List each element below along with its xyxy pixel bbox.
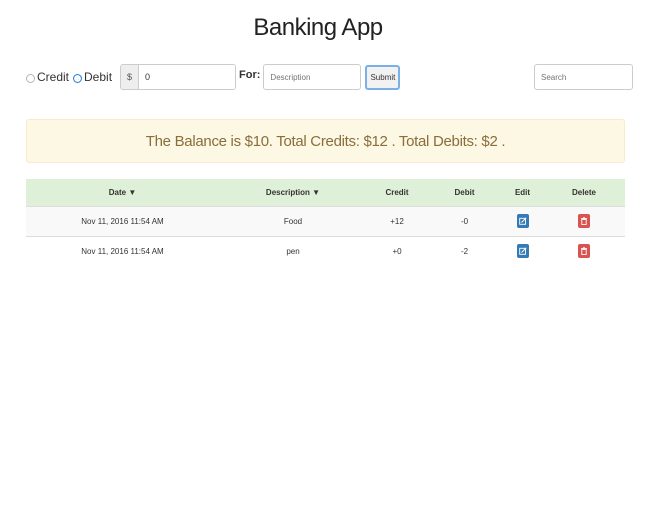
debit-radio-label[interactable]: Debit [84,70,112,84]
page-title: Banking App [253,14,383,41]
delete-button[interactable] [578,214,590,228]
table-row: Nov 11, 2016 11:54 AM Food +12 -0 [26,206,625,236]
credit-cell: +0 [392,246,402,256]
delete-column-header: Delete [571,187,596,197]
balance-summary: The Balance is $10. Total Credits: $12 .… [26,119,625,163]
edit-button[interactable] [516,244,529,259]
description-cell: Food [283,216,303,226]
transactions-table: Date ▼ Description ▼ Credit Debit Edit D… [26,179,625,266]
date-cell: Nov 11, 2016 11:54 AM [81,246,164,256]
description-input[interactable] [263,64,362,90]
edit-icon [518,217,527,225]
credit-cell: +12 [390,216,404,226]
submit-button[interactable]: Submit [365,64,401,90]
transaction-form: Credit Debit $ For: Submit [26,64,401,90]
currency-addon: $ [121,65,140,89]
edit-icon [518,247,527,255]
credit-radio-label[interactable]: Credit [37,70,69,84]
edit-column-header: Edit [514,187,531,197]
description-column-header[interactable]: Description ▼ [219,179,367,206]
table-row: Nov 11, 2016 11:54 AM pen +0 -2 [26,236,625,266]
edit-cell [502,236,543,266]
delete-button[interactable] [578,244,590,259]
amount-input-group: $ [120,64,237,90]
credit-column-header: Credit [385,187,409,197]
debit-cell: -2 [460,246,469,256]
edit-button[interactable] [516,214,529,228]
amount-input[interactable] [139,65,236,89]
date-column-header[interactable]: Date ▼ [26,179,219,206]
delete-cell [543,236,625,266]
description-cell: pen [286,246,300,256]
for-label: For: [239,69,261,81]
delete-cell [543,206,625,236]
debit-radio[interactable] [73,73,83,83]
search-input[interactable] [534,64,633,90]
table-header-row: Date ▼ Description ▼ Credit Debit Edit D… [26,179,625,206]
date-cell: Nov 11, 2016 11:54 AM [81,216,164,226]
edit-cell [502,206,543,236]
credit-radio[interactable] [26,73,35,83]
trash-icon [581,247,587,256]
trash-icon [581,217,587,225]
debit-cell: -0 [460,216,469,226]
debit-column-header: Debit [454,187,475,197]
